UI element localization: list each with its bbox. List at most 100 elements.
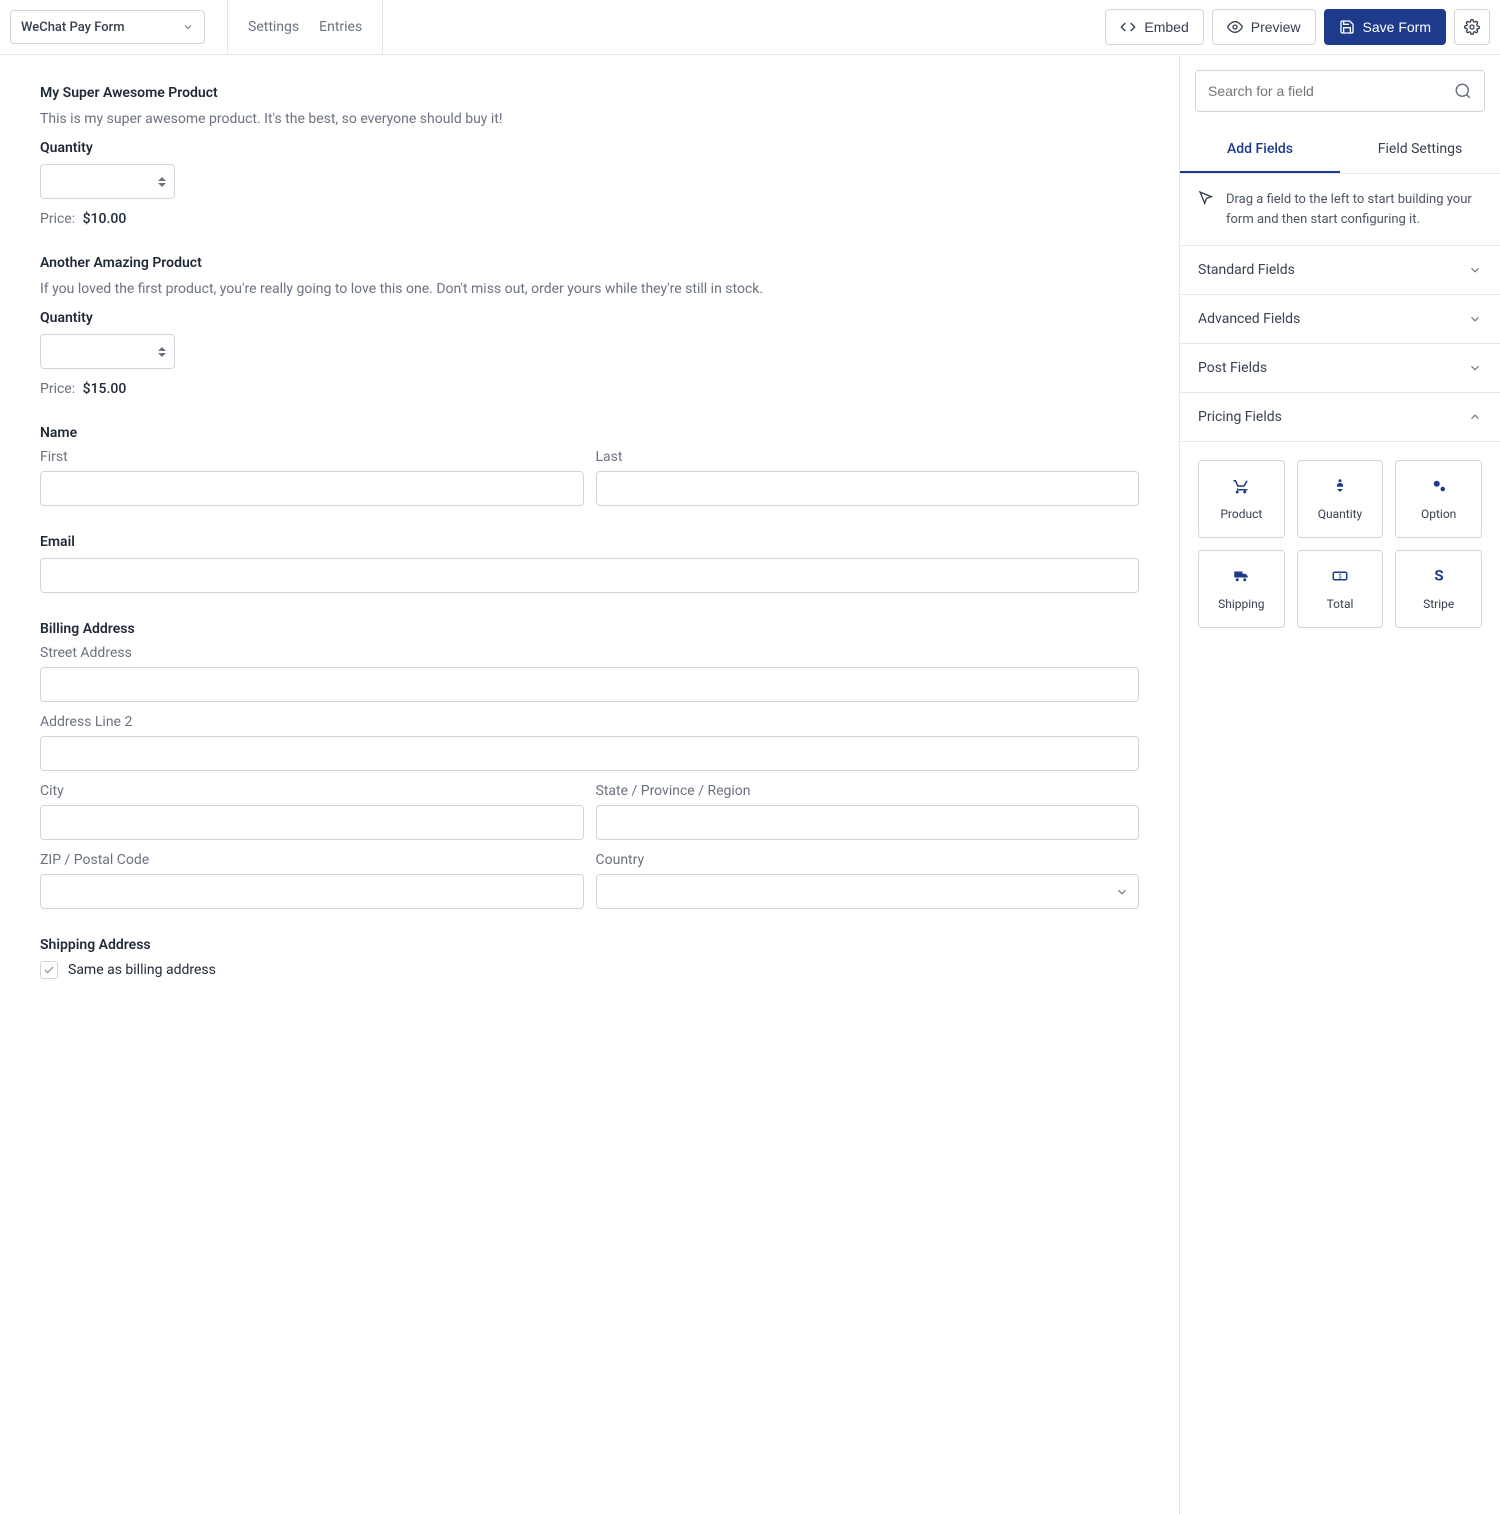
zip-input[interactable] <box>40 874 584 909</box>
field-tile-total[interactable]: $ Total <box>1297 550 1384 628</box>
email-field-block[interactable]: Email <box>40 534 1139 593</box>
country-label: Country <box>596 852 1140 868</box>
quantity-label: Quantity <box>40 140 1139 156</box>
money-icon: $ <box>1331 567 1349 585</box>
product-field[interactable]: My Super Awesome Product This is my supe… <box>40 85 1139 227</box>
billing-label: Billing Address <box>40 621 1139 637</box>
line2-label: Address Line 2 <box>40 714 1139 730</box>
group-label: Advanced Fields <box>1198 311 1300 327</box>
group-standard-fields[interactable]: Standard Fields <box>1180 246 1500 295</box>
street-input[interactable] <box>40 667 1139 702</box>
preview-label: Preview <box>1251 19 1301 35</box>
tile-label: Shipping <box>1218 597 1264 611</box>
chevron-down-icon <box>1468 263 1482 277</box>
pricing-fields-grid: Product Quantity Option Shipping <box>1180 442 1500 646</box>
stepper-arrows-icon <box>158 347 166 357</box>
field-tile-option[interactable]: Option <box>1395 460 1482 538</box>
embed-button[interactable]: Embed <box>1105 9 1203 45</box>
group-pricing-fields[interactable]: Pricing Fields <box>1180 393 1500 442</box>
name-label: Name <box>40 425 1139 441</box>
last-name-label: Last <box>596 449 1140 465</box>
add-person-icon <box>1331 477 1349 495</box>
tile-label: Product <box>1220 507 1262 521</box>
group-post-fields[interactable]: Post Fields <box>1180 344 1500 393</box>
preview-button[interactable]: Preview <box>1212 9 1316 45</box>
field-tile-shipping[interactable]: Shipping <box>1198 550 1285 628</box>
chevron-up-icon <box>1468 410 1482 424</box>
nav-tabs: Settings Entries <box>240 19 382 35</box>
nav-tab-settings[interactable]: Settings <box>248 19 299 35</box>
svg-text:S: S <box>1434 567 1443 585</box>
shipping-label: Shipping Address <box>40 937 1139 953</box>
save-button[interactable]: Save Form <box>1324 9 1446 45</box>
country-select[interactable] <box>596 874 1140 909</box>
eye-icon <box>1227 19 1243 35</box>
same-as-billing-label: Same as billing address <box>68 962 216 978</box>
settings-button[interactable] <box>1454 9 1490 45</box>
form-selector-label: WeChat Pay Form <box>21 20 125 35</box>
gear-icon <box>1464 19 1480 35</box>
embed-label: Embed <box>1144 19 1188 35</box>
city-input[interactable] <box>40 805 584 840</box>
price-value: $10.00 <box>83 211 127 227</box>
same-as-billing-checkbox[interactable] <box>40 961 58 979</box>
stepper-arrows-icon <box>158 177 166 187</box>
price-label: Price: <box>40 211 75 227</box>
tile-label: Option <box>1421 507 1456 521</box>
street-label: Street Address <box>40 645 1139 661</box>
email-label: Email <box>40 534 1139 550</box>
group-label: Post Fields <box>1198 360 1267 376</box>
tile-label: Quantity <box>1318 507 1362 521</box>
state-input[interactable] <box>596 805 1140 840</box>
pointer-icon <box>1198 190 1214 229</box>
product-field[interactable]: Another Amazing Product If you loved the… <box>40 255 1139 397</box>
line2-input[interactable] <box>40 736 1139 771</box>
form-canvas: My Super Awesome Product This is my supe… <box>0 55 1180 1514</box>
group-advanced-fields[interactable]: Advanced Fields <box>1180 295 1500 344</box>
product-title: My Super Awesome Product <box>40 85 1139 101</box>
code-icon <box>1120 19 1136 35</box>
price-label: Price: <box>40 381 75 397</box>
tab-add-fields[interactable]: Add Fields <box>1180 127 1340 173</box>
tab-field-settings[interactable]: Field Settings <box>1340 127 1500 173</box>
name-field[interactable]: Name First Last <box>40 425 1139 506</box>
quantity-stepper[interactable] <box>40 334 175 369</box>
search-icon <box>1454 82 1472 100</box>
billing-address-field[interactable]: Billing Address Street Address Address L… <box>40 621 1139 909</box>
last-name-input[interactable] <box>596 471 1140 506</box>
truck-icon <box>1232 567 1250 585</box>
product-title: Another Amazing Product <box>40 255 1139 271</box>
nav-tab-entries[interactable]: Entries <box>319 19 362 35</box>
field-tile-product[interactable]: Product <box>1198 460 1285 538</box>
gears-icon <box>1430 477 1448 495</box>
divider <box>227 0 228 54</box>
email-input[interactable] <box>40 558 1139 593</box>
save-label: Save Form <box>1363 19 1431 35</box>
cart-icon <box>1232 477 1250 495</box>
tile-label: Stripe <box>1423 597 1454 611</box>
sidebar: Add Fields Field Settings Drag a field t… <box>1180 55 1500 1514</box>
zip-label: ZIP / Postal Code <box>40 852 584 868</box>
group-label: Pricing Fields <box>1198 409 1282 425</box>
stripe-icon: S <box>1430 567 1448 585</box>
quantity-stepper[interactable] <box>40 164 175 199</box>
drag-hint: Drag a field to the left to start buildi… <box>1180 174 1500 246</box>
search-field-box[interactable] <box>1195 70 1485 112</box>
shipping-address-field[interactable]: Shipping Address Same as billing address <box>40 937 1139 979</box>
chevron-down-icon <box>182 21 194 33</box>
state-label: State / Province / Region <box>596 783 1140 799</box>
search-input[interactable] <box>1208 83 1454 99</box>
product-description: This is my super awesome product. It's t… <box>40 109 1139 130</box>
field-tile-stripe[interactable]: S Stripe <box>1395 550 1482 628</box>
price-value: $15.00 <box>83 381 127 397</box>
quantity-label: Quantity <box>40 310 1139 326</box>
form-selector-dropdown[interactable]: WeChat Pay Form <box>10 10 205 44</box>
app-header: WeChat Pay Form Settings Entries Embed P… <box>0 0 1500 55</box>
divider <box>382 0 383 54</box>
first-name-input[interactable] <box>40 471 584 506</box>
city-label: City <box>40 783 584 799</box>
chevron-down-icon <box>1468 312 1482 326</box>
tile-label: Total <box>1327 597 1354 611</box>
chevron-down-icon <box>1468 361 1482 375</box>
field-tile-quantity[interactable]: Quantity <box>1297 460 1384 538</box>
